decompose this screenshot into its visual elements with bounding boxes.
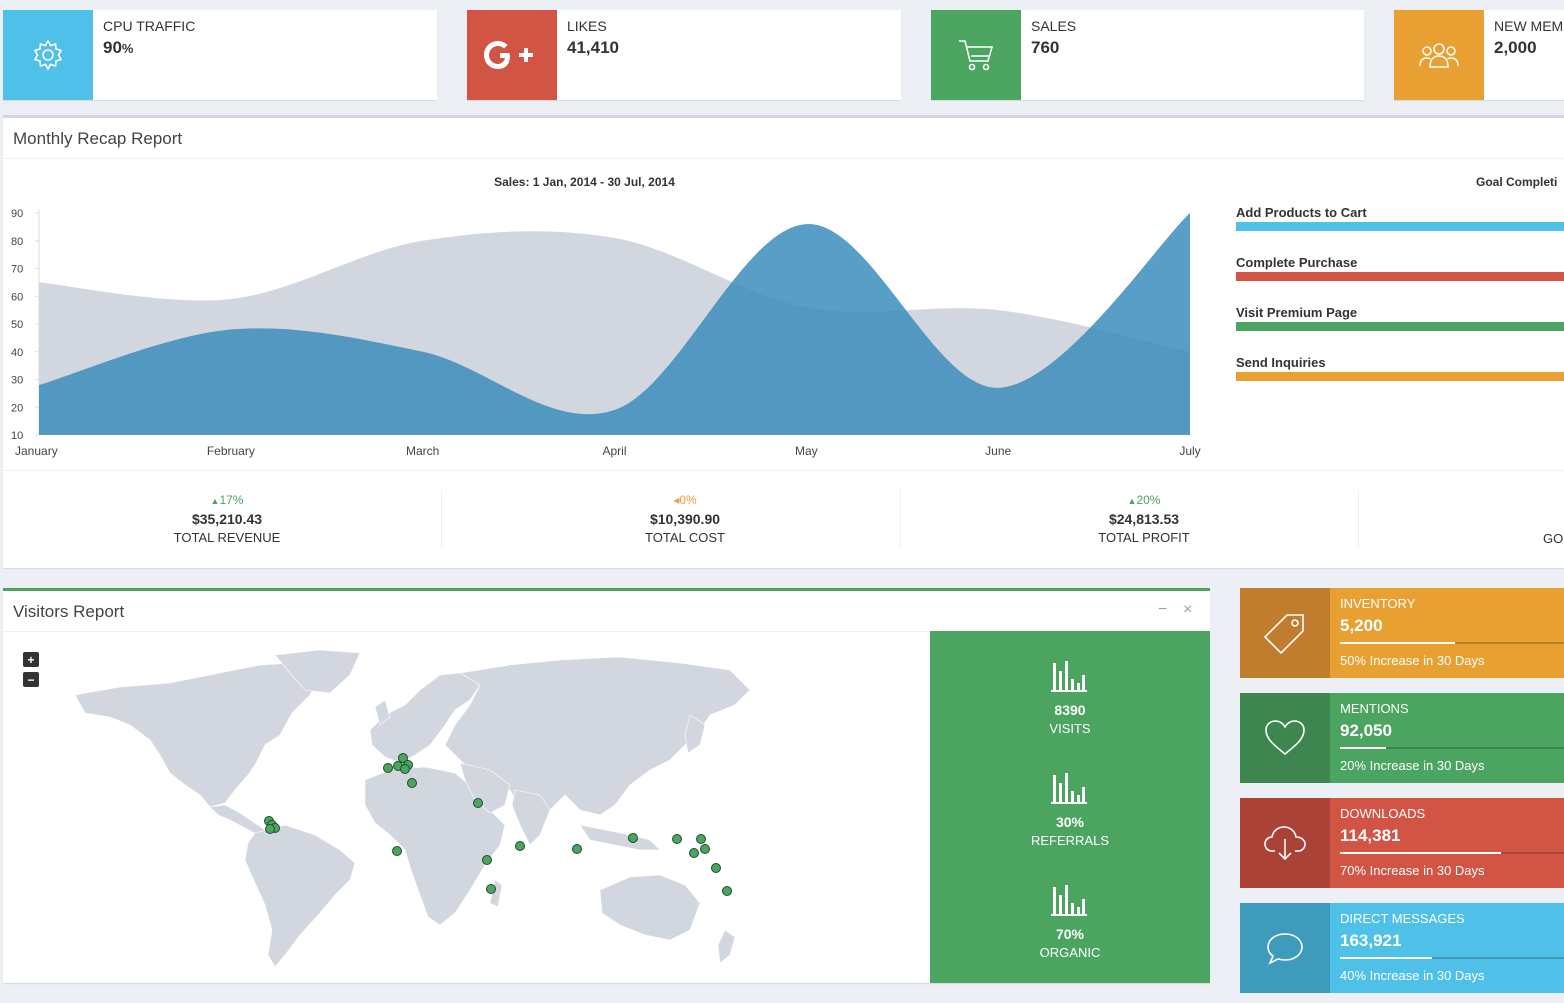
- box-label: INVENTORY: [1340, 596, 1416, 611]
- heart-icon: [1240, 693, 1330, 783]
- chat-icon: [1240, 903, 1330, 993]
- bar-chart-icon: [1051, 661, 1087, 692]
- box-description: 20% Increase in 30 Days: [1340, 758, 1485, 773]
- visitor-marker: [407, 778, 417, 788]
- mentions-box: MENTIONS 92,050 20% Increase in 30 Days: [1240, 693, 1564, 783]
- tag-icon: [1240, 588, 1330, 678]
- box-label: DIRECT MESSAGES: [1340, 911, 1465, 926]
- progress-bar: [1340, 957, 1564, 959]
- stat-label: ORGANIC: [1039, 945, 1101, 960]
- visitor-marker: [722, 886, 732, 896]
- stat-visits: 8390 VISITS: [930, 661, 1210, 736]
- visitors-stats-panel: 8390 VISITS 30% REFERRALS 70% ORGANIC: [930, 631, 1210, 983]
- visitor-marker: [628, 833, 638, 843]
- visitor-marker: [473, 798, 483, 808]
- box-description: 40% Increase in 30 Days: [1340, 968, 1485, 983]
- box-description: 70% Increase in 30 Days: [1340, 863, 1485, 878]
- visitor-marker: [689, 848, 699, 858]
- box-label: DOWNLOADS: [1340, 806, 1426, 821]
- stat-organic: 70% ORGANIC: [930, 885, 1210, 960]
- box-label: MENTIONS: [1340, 701, 1409, 716]
- visitor-marker: [572, 844, 582, 854]
- direct-messages-box: DIRECT MESSAGES 163,921 40% Increase in …: [1240, 903, 1564, 993]
- box-description: 50% Increase in 30 Days: [1340, 653, 1485, 668]
- inventory-box: INVENTORY 5,200 50% Increase in 30 Days: [1240, 588, 1564, 678]
- visitor-marker: [392, 846, 402, 856]
- box-value: 5,200: [1340, 616, 1383, 635]
- box-value: 92,050: [1340, 721, 1392, 740]
- visitor-marker: [482, 855, 492, 865]
- cloud-download-icon: [1240, 798, 1330, 888]
- downloads-box: DOWNLOADS 114,381 70% Increase in 30 Day…: [1240, 798, 1564, 888]
- progress-bar: [1340, 747, 1564, 749]
- stat-value: 8390: [1054, 702, 1086, 718]
- stat-label: VISITS: [1049, 721, 1091, 736]
- visitor-marker: [700, 844, 710, 854]
- visitor-marker: [383, 763, 393, 773]
- stat-referrals: 30% REFERRALS: [930, 773, 1210, 848]
- visitor-marker: [672, 834, 682, 844]
- stat-value: 30%: [1055, 814, 1085, 830]
- box-value: 114,381: [1340, 826, 1401, 845]
- stat-value: 70%: [1055, 926, 1085, 942]
- progress-bar: [1340, 642, 1564, 644]
- visitor-marker: [265, 824, 275, 834]
- visitor-marker: [400, 764, 410, 774]
- progress-bar: [1340, 852, 1564, 854]
- visitor-marker: [515, 841, 525, 851]
- visitor-marker: [486, 884, 496, 894]
- visitor-marker: [711, 863, 721, 873]
- visitor-marker: [696, 834, 706, 844]
- box-value: 163,921: [1340, 931, 1402, 950]
- stat-label: REFERRALS: [1030, 833, 1110, 848]
- bar-chart-icon: [1051, 885, 1087, 916]
- bar-chart-icon: [1051, 773, 1087, 804]
